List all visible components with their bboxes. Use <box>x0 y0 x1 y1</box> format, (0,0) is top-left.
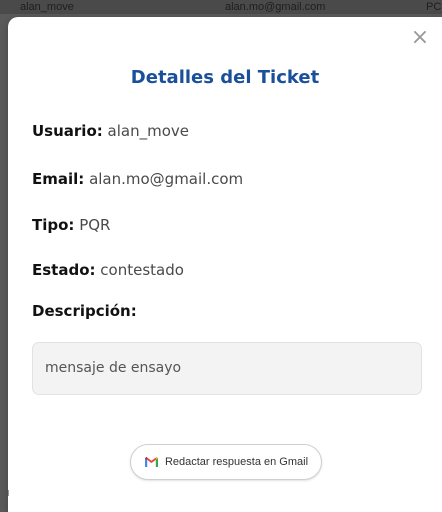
reply-button-label: Redactar respuesta en Gmail <box>164 456 309 468</box>
status-value: contestado <box>100 261 184 279</box>
type-field: Tipo: PQR <box>32 216 110 234</box>
background-email-cell: alan.mo@gmail.com <box>225 1 326 13</box>
user-value: alan_move <box>107 122 189 140</box>
gmail-icon <box>144 456 159 468</box>
status-field: Estado: contestado <box>32 261 184 279</box>
user-label: Usuario: <box>32 122 103 140</box>
type-value: PQR <box>79 216 111 234</box>
reply-in-gmail-button[interactable]: Redactar respuesta en Gmail <box>130 444 322 480</box>
description-label: Descripción: <box>32 302 137 320</box>
type-label: Tipo: <box>32 216 75 234</box>
close-icon[interactable]: × <box>410 27 430 49</box>
background-user-cell: alan_move <box>20 1 74 13</box>
status-label: Estado: <box>32 261 96 279</box>
description-box: mensaje de ensayo <box>32 342 422 395</box>
ticket-details-modal: × Detalles del Ticket Usuario: alan_move… <box>8 17 442 512</box>
email-label: Email: <box>32 170 85 188</box>
description-field: Descripción: <box>32 302 137 320</box>
email-value: alan.mo@gmail.com <box>89 170 244 188</box>
background-table-row: alan_move alan.mo@gmail.com PC <box>0 0 442 14</box>
user-field: Usuario: alan_move <box>32 122 189 140</box>
modal-title: Detalles del Ticket <box>130 67 320 88</box>
background-type-cell: PC <box>426 1 442 13</box>
email-field: Email: alan.mo@gmail.com <box>32 170 243 188</box>
modal-edge-mark <box>8 490 9 496</box>
